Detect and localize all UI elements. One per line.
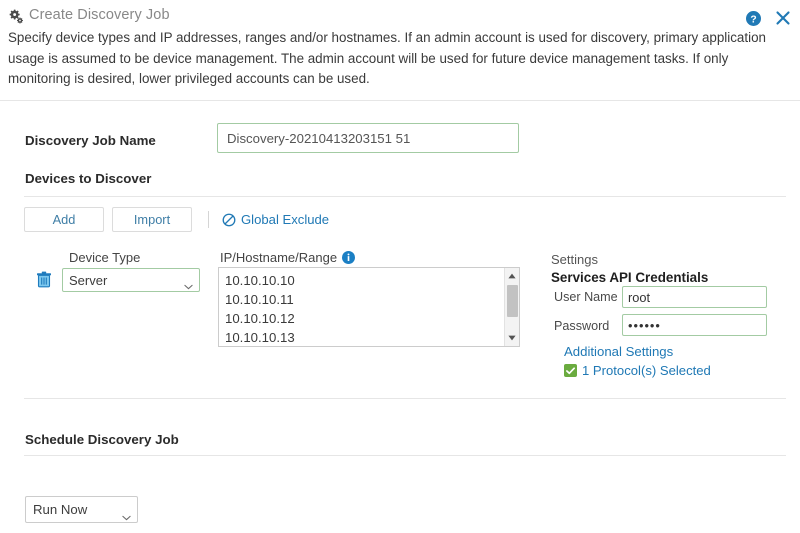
schedule-top-divider [24, 398, 786, 399]
header-icon-group: ? [746, 10, 791, 26]
scroll-down-arrow-icon[interactable] [505, 331, 519, 345]
header-divider [0, 100, 800, 101]
dialog-header: Create Discovery Job ? Specify device ty… [0, 0, 800, 100]
dialog-description: Specify device types and IP addresses, r… [8, 30, 766, 86]
devices-section-divider [24, 196, 786, 197]
help-circle-icon[interactable]: ? [746, 10, 761, 26]
column-header-ip-hostname-range: IP/Hostname/Range [220, 250, 356, 265]
device-type-select[interactable]: Server [62, 268, 200, 292]
list-item[interactable]: 10.10.10.12 [225, 309, 499, 328]
user-name-label: User Name [554, 290, 618, 304]
trash-icon [36, 271, 52, 288]
discovery-job-name-label: Discovery Job Name [25, 133, 156, 148]
column-header-device-type: Device Type [69, 250, 141, 265]
close-icon[interactable] [775, 10, 791, 26]
devices-to-discover-label: Devices to Discover [25, 171, 152, 186]
additional-settings-link[interactable]: Additional Settings [564, 344, 673, 359]
list-item[interactable]: 10.10.10.13 [225, 328, 499, 346]
scrollbar-thumb[interactable] [507, 285, 518, 317]
scroll-up-arrow-icon[interactable] [505, 269, 519, 283]
delete-row-button[interactable] [36, 270, 54, 288]
schedule-discovery-job-label: Schedule Discovery Job [25, 432, 179, 447]
services-api-credentials-title: Services API Credentials [551, 270, 709, 285]
list-item[interactable]: 10.10.10.10 [225, 271, 499, 290]
info-icon[interactable] [342, 251, 356, 264]
ip-rows: 10.10.10.10 10.10.10.11 10.10.10.12 10.1… [219, 268, 499, 346]
ip-list-scrollbar[interactable] [504, 268, 519, 346]
password-label: Password [554, 319, 610, 333]
page-title: Create Discovery Job [29, 7, 170, 23]
ip-hostname-range-list[interactable]: 10.10.10.10 10.10.10.11 10.10.10.12 10.1… [218, 267, 520, 347]
user-name-input[interactable] [622, 286, 767, 308]
protocols-selected-label: 1 Protocol(s) Selected [582, 363, 711, 378]
title-row: Create Discovery Job [8, 7, 170, 23]
global-exclude-label: Global Exclude [241, 212, 330, 227]
settings-panel-title: Settings [551, 252, 598, 267]
checkbox-checked-icon[interactable] [564, 364, 577, 377]
protocols-selected-row[interactable]: 1 Protocol(s) Selected [564, 363, 711, 378]
devices-toolbar: Add Import Global Exclude [24, 207, 329, 232]
ban-icon [222, 213, 236, 227]
column-header-ip-label: IP/Hostname/Range [220, 250, 338, 265]
discovery-job-name-input[interactable] [217, 123, 519, 153]
list-item[interactable]: 10.10.10.11 [225, 290, 499, 309]
cogs-icon [8, 9, 23, 24]
add-button[interactable]: Add [24, 207, 104, 232]
svg-text:?: ? [750, 14, 756, 25]
schedule-select[interactable]: Run Now [25, 496, 138, 523]
schedule-section-divider [24, 455, 786, 456]
password-input[interactable] [622, 314, 767, 336]
global-exclude-link[interactable]: Global Exclude [222, 212, 329, 227]
import-button[interactable]: Import [112, 207, 192, 232]
toolbar-separator [208, 211, 209, 228]
